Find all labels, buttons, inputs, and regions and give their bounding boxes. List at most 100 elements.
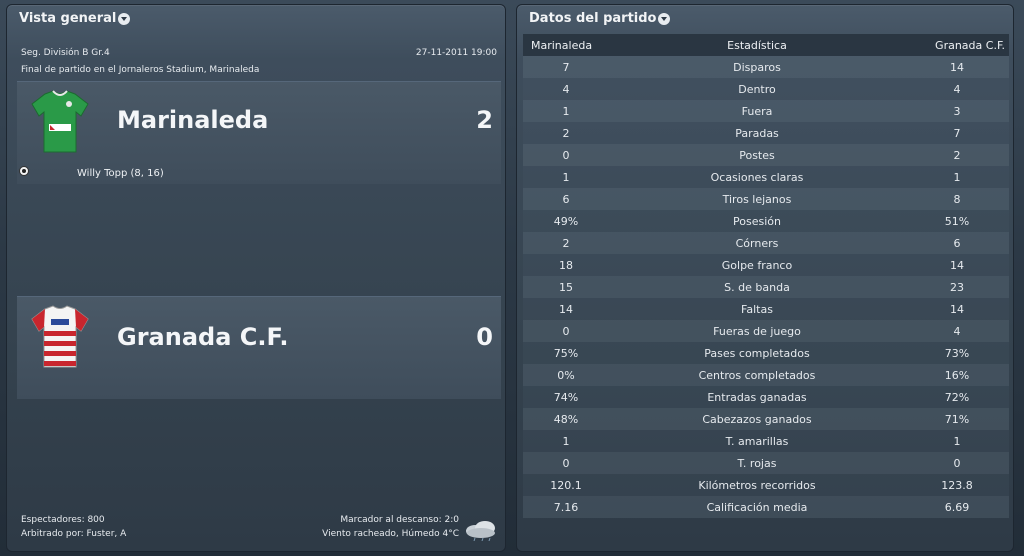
away-shirt-icon xyxy=(31,305,89,368)
stat-away-value: 6 xyxy=(953,236,961,250)
stats-title: Datos del partido xyxy=(529,11,657,26)
stat-label: Golpe franco xyxy=(721,258,793,272)
stat-away-value: 23 xyxy=(950,280,964,294)
stat-away-value: 4 xyxy=(953,82,961,96)
dropdown-icon[interactable] xyxy=(658,12,671,25)
stat-label: T. rojas xyxy=(737,456,777,470)
stat-away-value: 14 xyxy=(950,60,964,74)
stats-table-header: Marinaleda Estadística Granada C.F. xyxy=(523,34,1009,56)
stat-home-value: 0% xyxy=(557,368,575,382)
stat-away-value: 51% xyxy=(944,214,970,228)
halftime-score: Marcador al descanso: 2:0 xyxy=(340,515,459,525)
stat-row: 0 Fueras de juego 4 xyxy=(523,320,1009,342)
stat-home-value: 14 xyxy=(559,302,573,316)
home-shirt-icon xyxy=(31,90,89,153)
stat-away-value: 6.69 xyxy=(944,500,970,514)
stat-home-value: 75% xyxy=(553,346,579,360)
stats-rows: 7 Disparos 14 4 Dentro 4 1 Fuera 3 2 Paradas 7 0 Post… xyxy=(523,56,1009,518)
stat-home-value: 4 xyxy=(562,82,570,96)
stat-home-value: 48% xyxy=(553,412,579,426)
home-scorer: Willy Topp (8, 16) xyxy=(77,168,164,179)
stat-row: 4 Dentro 4 xyxy=(523,78,1009,100)
stat-row: 2 Paradas 7 xyxy=(523,122,1009,144)
stat-label: Calificación media xyxy=(706,500,808,514)
stat-away-value: 1 xyxy=(953,434,961,448)
header-home-team[interactable]: Marinaleda xyxy=(523,39,609,52)
stat-away-value: 71% xyxy=(944,412,970,426)
stat-row: 1 T. amarillas 1 xyxy=(523,430,1009,452)
stat-row: 18 Golpe franco 14 xyxy=(523,254,1009,276)
overview-panel: Vista general Seg. División B Gr.4 27-11… xyxy=(6,4,506,552)
stat-home-value: 120.1 xyxy=(550,478,582,492)
stat-row: 75% Pases completados 73% xyxy=(523,342,1009,364)
stat-home-value: 0 xyxy=(562,456,570,470)
away-team-score: 0 xyxy=(476,323,493,351)
stat-away-value: 7 xyxy=(953,126,961,140)
home-team-score: 2 xyxy=(476,106,493,134)
stat-away-value: 73% xyxy=(944,346,970,360)
overview-title: Vista general xyxy=(19,11,117,26)
stat-away-value: 72% xyxy=(944,390,970,404)
stat-label: Ocasiones claras xyxy=(710,170,804,184)
stat-label: Fueras de juego xyxy=(713,324,801,338)
stat-away-value: 4 xyxy=(953,324,961,338)
stat-home-value: 7 xyxy=(562,60,570,74)
stat-label: Paradas xyxy=(735,126,779,140)
stat-row: 1 Ocasiones claras 1 xyxy=(523,166,1009,188)
stat-row: 48% Cabezazos ganados 71% xyxy=(523,408,1009,430)
ball-icon xyxy=(19,166,29,176)
weather-cloud-icon xyxy=(466,521,495,541)
stats-header[interactable]: Datos del partido xyxy=(529,11,671,26)
home-team-box: Marinaleda 2 Willy Topp (8, 16) xyxy=(17,81,501,184)
stat-label: Tiros lejanos xyxy=(722,192,792,206)
stat-row: 49% Posesión 51% xyxy=(523,210,1009,232)
stat-away-value: 16% xyxy=(944,368,970,382)
weather-text: Viento racheado, Húmedo 4°C xyxy=(322,529,459,539)
header-away-team[interactable]: Granada C.F. xyxy=(905,39,1009,52)
competition-label: Seg. División B Gr.4 xyxy=(21,48,110,58)
stat-label: T. amarillas xyxy=(725,434,789,448)
stat-home-value: 15 xyxy=(559,280,573,294)
stat-label: Entradas ganadas xyxy=(707,390,807,404)
stat-home-value: 18 xyxy=(559,258,573,272)
stat-label: S. de banda xyxy=(724,280,790,294)
stat-home-value: 74% xyxy=(553,390,579,404)
stat-label: Posesión xyxy=(733,214,781,228)
stats-panel: Datos del partido Marinaleda Estadística… xyxy=(516,4,1014,552)
header-stat: Estadística xyxy=(727,38,787,52)
stat-home-value: 1 xyxy=(562,104,570,118)
stat-home-value: 7.16 xyxy=(553,500,579,514)
stat-row: 6 Tiros lejanos 8 xyxy=(523,188,1009,210)
stat-label: Fuera xyxy=(741,104,773,118)
away-team-name[interactable]: Granada C.F. xyxy=(117,323,288,351)
stat-home-value: 49% xyxy=(553,214,579,228)
stat-row: 120.1 Kilómetros recorridos 123.8 xyxy=(523,474,1009,496)
stat-label: Disparos xyxy=(733,60,781,74)
stat-away-value: 1 xyxy=(953,170,961,184)
stat-away-value: 8 xyxy=(953,192,961,206)
match-datetime: 27-11-2011 19:00 xyxy=(415,48,497,58)
stat-away-value: 14 xyxy=(950,302,964,316)
stat-row: 0 T. rojas 0 xyxy=(523,452,1009,474)
stat-row: 0 Postes 2 xyxy=(523,144,1009,166)
stat-row: 74% Entradas ganadas 72% xyxy=(523,386,1009,408)
stat-row: 14 Faltas 14 xyxy=(523,298,1009,320)
stat-label: Pases completados xyxy=(704,346,810,360)
dropdown-icon[interactable] xyxy=(118,12,131,25)
overview-header[interactable]: Vista general xyxy=(19,11,131,26)
stat-label: Postes xyxy=(739,148,775,162)
stat-away-value: 3 xyxy=(953,104,961,118)
stat-home-value: 6 xyxy=(562,192,570,206)
home-team-name[interactable]: Marinaleda xyxy=(117,106,268,134)
stat-label: Cabezazos ganados xyxy=(702,412,812,426)
stat-row: 7 Disparos 14 xyxy=(523,56,1009,78)
stat-home-value: 2 xyxy=(562,126,570,140)
venue-line: Final de partido en el Jornaleros Stadiu… xyxy=(21,65,260,75)
stat-home-value: 0 xyxy=(562,324,570,338)
referee: Arbitrado por: Fuster, A xyxy=(21,529,127,539)
stat-row: 0% Centros completados 16% xyxy=(523,364,1009,386)
stats-table: Marinaleda Estadística Granada C.F. 7 Dis… xyxy=(523,34,1009,518)
stat-row: 7.16 Calificación media 6.69 xyxy=(523,496,1009,518)
away-team-box: Granada C.F. 0 xyxy=(17,296,501,399)
stat-away-value: 14 xyxy=(950,258,964,272)
